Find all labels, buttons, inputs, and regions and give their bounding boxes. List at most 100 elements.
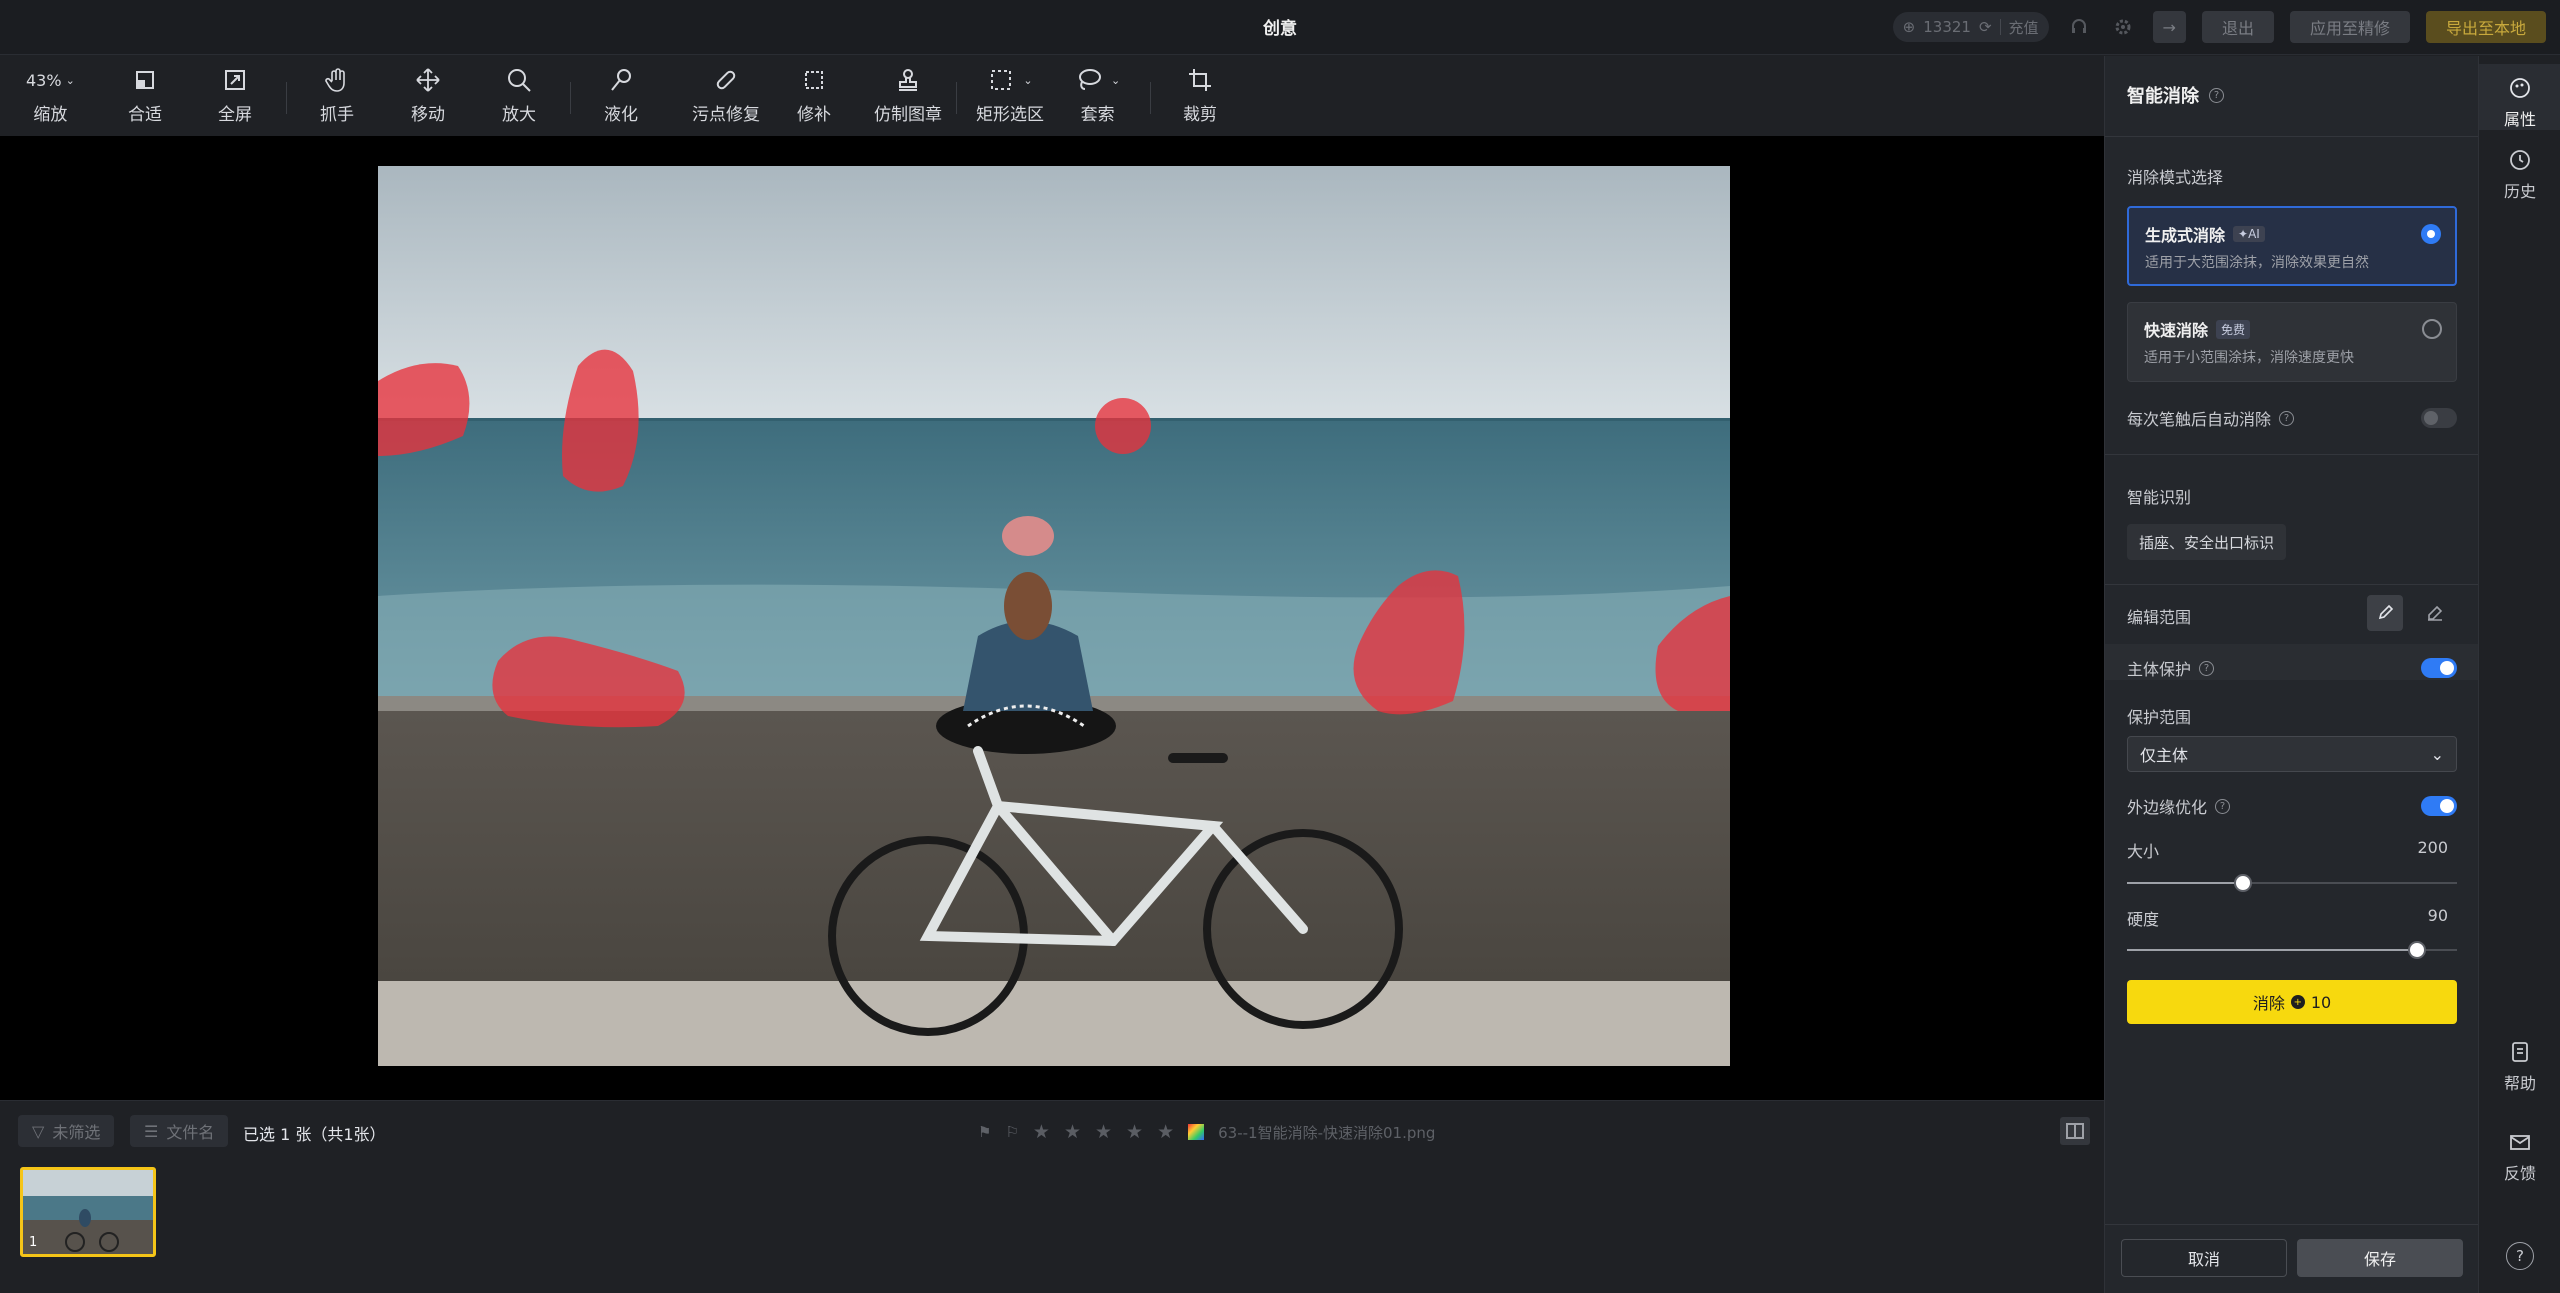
mode-generative[interactable]: 生成式消除 ✦AI 适用于大范围涂抹，消除效果更自然 [2127, 206, 2457, 286]
apply-to-retouch-button[interactable]: 应用至精修 [2289, 11, 2410, 43]
tool-crop[interactable]: 裁剪 [1183, 66, 1217, 125]
brush-button[interactable] [2367, 595, 2403, 631]
credit-value: 13321 [1923, 18, 1971, 36]
tool-magnify[interactable]: 放大 [502, 66, 536, 125]
tool-label: 缩放 [33, 105, 68, 125]
app-window: 创意 ⊕ 13321 ⟳ 充值 → 退出 应用至精修 导出至本地 43% ⌄ 缩… [0, 0, 2560, 1293]
divider [2105, 584, 2479, 585]
color-label-icon[interactable] [1188, 1124, 1205, 1140]
compare-view-button[interactable] [2060, 1117, 2090, 1145]
rail-feedback[interactable]: 反馈 [2479, 1130, 2560, 1190]
question-icon[interactable]: ? [2506, 1242, 2534, 1270]
tool-fit[interactable]: 合适 [128, 66, 162, 125]
tool-label: 矩形选区 [976, 105, 1044, 125]
refresh-icon[interactable]: ⟳ [1979, 18, 1992, 36]
credit-balance[interactable]: ⊕ 13321 ⟳ 充值 [1892, 12, 2049, 42]
protect-range-select[interactable]: 仅主体 ⌄ [2127, 736, 2457, 772]
subject-protect-label-row: 主体保护 ? [2127, 656, 2215, 680]
mode-section-label: 消除模式选择 [2127, 168, 2224, 187]
tool-patch[interactable]: 修补 [797, 66, 831, 125]
filter-button[interactable]: ▽ 未筛选 [18, 1115, 115, 1147]
chevron-down-icon: ⌄ [1111, 73, 1121, 87]
star-rating-1[interactable]: ★ [1033, 1121, 1050, 1143]
reject-flag-icon[interactable]: ⚐ [1005, 1123, 1018, 1141]
save-button[interactable]: 保存 [2297, 1239, 2463, 1277]
recharge-link[interactable]: 充值 [2009, 17, 2039, 38]
mail-icon [2510, 1135, 2530, 1150]
star-rating-3[interactable]: ★ [1095, 1121, 1112, 1143]
cancel-button[interactable]: 取消 [2121, 1239, 2287, 1277]
settings-icon[interactable] [2109, 13, 2137, 41]
split-view-icon [2066, 1123, 2084, 1139]
divider [1999, 19, 2001, 35]
tool-fullscreen[interactable]: 全屏 [218, 66, 252, 125]
eraser-button[interactable] [2417, 595, 2453, 631]
exit-button[interactable]: 退出 [2201, 11, 2274, 43]
eraser-icon [2428, 605, 2443, 621]
tool-lasso[interactable]: ⌄ 套索 [1075, 66, 1120, 125]
headset-icon[interactable] [2065, 13, 2093, 41]
help-circle-icon[interactable]: ? [2215, 798, 2231, 814]
divider [2105, 136, 2479, 137]
tool-move[interactable]: 移动 [411, 66, 445, 125]
auto-erase-row: 每次笔触后自动消除 ? [2127, 406, 2295, 430]
radio-selected[interactable] [2421, 224, 2441, 244]
rail-help[interactable]: 帮助 [2479, 1040, 2560, 1100]
size-slider[interactable] [2127, 874, 2457, 892]
image-canvas[interactable] [0, 136, 2104, 1100]
erase-cost: 10 [2310, 992, 2332, 1012]
photo-image [378, 166, 1730, 1066]
filter-icon: ▽ [32, 1121, 45, 1141]
sort-button[interactable]: ☰ 文件名 [130, 1115, 229, 1147]
radio-unselected[interactable] [2422, 319, 2442, 339]
file-meta: ⚑ ⚐ ★ ★ ★ ★ ★ 63--1智能消除-快速消除01.png [978, 1121, 1435, 1143]
rail-properties[interactable]: 属性 [2479, 64, 2560, 130]
help-circle-icon[interactable]: ? [2279, 410, 2295, 426]
thumbnail[interactable]: 1 [20, 1167, 156, 1257]
slider-handle[interactable] [2408, 941, 2427, 959]
coin-icon: ⊕ [1902, 18, 1916, 36]
tool-zoom[interactable]: 43% ⌄ 缩放 [26, 66, 75, 126]
hardness-slider[interactable] [2127, 941, 2457, 959]
chevron-down-icon: ⌄ [65, 73, 75, 87]
tool-label: 套索 [1080, 105, 1115, 125]
protect-range-value: 仅主体 [2140, 746, 2189, 765]
subject-protect-toggle[interactable] [2421, 658, 2457, 678]
erase-button[interactable]: 消除 + 10 [2127, 980, 2457, 1024]
file-name: 63--1智能消除-快速消除01.png [1218, 1123, 1436, 1142]
divider [2105, 454, 2479, 455]
tool-spot-heal[interactable]: 污点修复 [692, 66, 760, 125]
help-circle-icon[interactable]: ? [2209, 87, 2224, 103]
divider [570, 82, 571, 114]
patch-icon [805, 71, 823, 89]
flag-icon[interactable]: ⚑ [978, 1123, 991, 1141]
tool-clone-stamp[interactable]: 仿制图章 [874, 66, 942, 125]
tool-label: 全屏 [218, 105, 252, 125]
mode-title: 生成式消除 [2145, 226, 2226, 245]
fit-icon [136, 71, 154, 89]
chevron-down-icon: ⌄ [2430, 744, 2444, 764]
edge-opt-toggle[interactable] [2421, 796, 2457, 816]
zoom-level[interactable]: 43% ⌄ [26, 66, 75, 94]
detect-outlet-exit-sign-button[interactable]: 插座、安全出口标识 [2127, 524, 2287, 560]
tool-liquify[interactable]: 液化 [604, 66, 638, 125]
star-rating-2[interactable]: ★ [1064, 1121, 1081, 1143]
divider [956, 82, 957, 114]
mode-quick[interactable]: 快速消除 免费 适用于小范围涂抹，消除速度更快 [2127, 302, 2457, 382]
tool-label: 合适 [128, 105, 162, 125]
tool-rect-select[interactable]: ⌄ 矩形选区 [976, 66, 1044, 125]
hardness-label: 硬度 [2127, 910, 2160, 929]
help-circle-icon[interactable]: ? [2199, 660, 2215, 676]
stamp-icon [899, 69, 917, 91]
star-rating-4[interactable]: ★ [1126, 1121, 1143, 1143]
photo[interactable] [378, 166, 1730, 1066]
rail-history[interactable]: 历史 [2479, 142, 2560, 208]
tool-hand[interactable]: 抓手 [320, 66, 354, 125]
export-local-button[interactable]: 导出至本地 [2425, 11, 2546, 43]
status-bar: ▽ 未筛选 ☰ 文件名 已选 1 张（共1张） ⚑ ⚐ ★ ★ ★ ★ ★ 63… [0, 1100, 2104, 1160]
login-icon[interactable]: → [2152, 11, 2186, 43]
slider-handle[interactable] [2233, 874, 2252, 892]
erase-label: 消除 [2252, 994, 2285, 1013]
star-rating-5[interactable]: ★ [1157, 1121, 1174, 1143]
auto-erase-toggle[interactable] [2421, 408, 2457, 428]
